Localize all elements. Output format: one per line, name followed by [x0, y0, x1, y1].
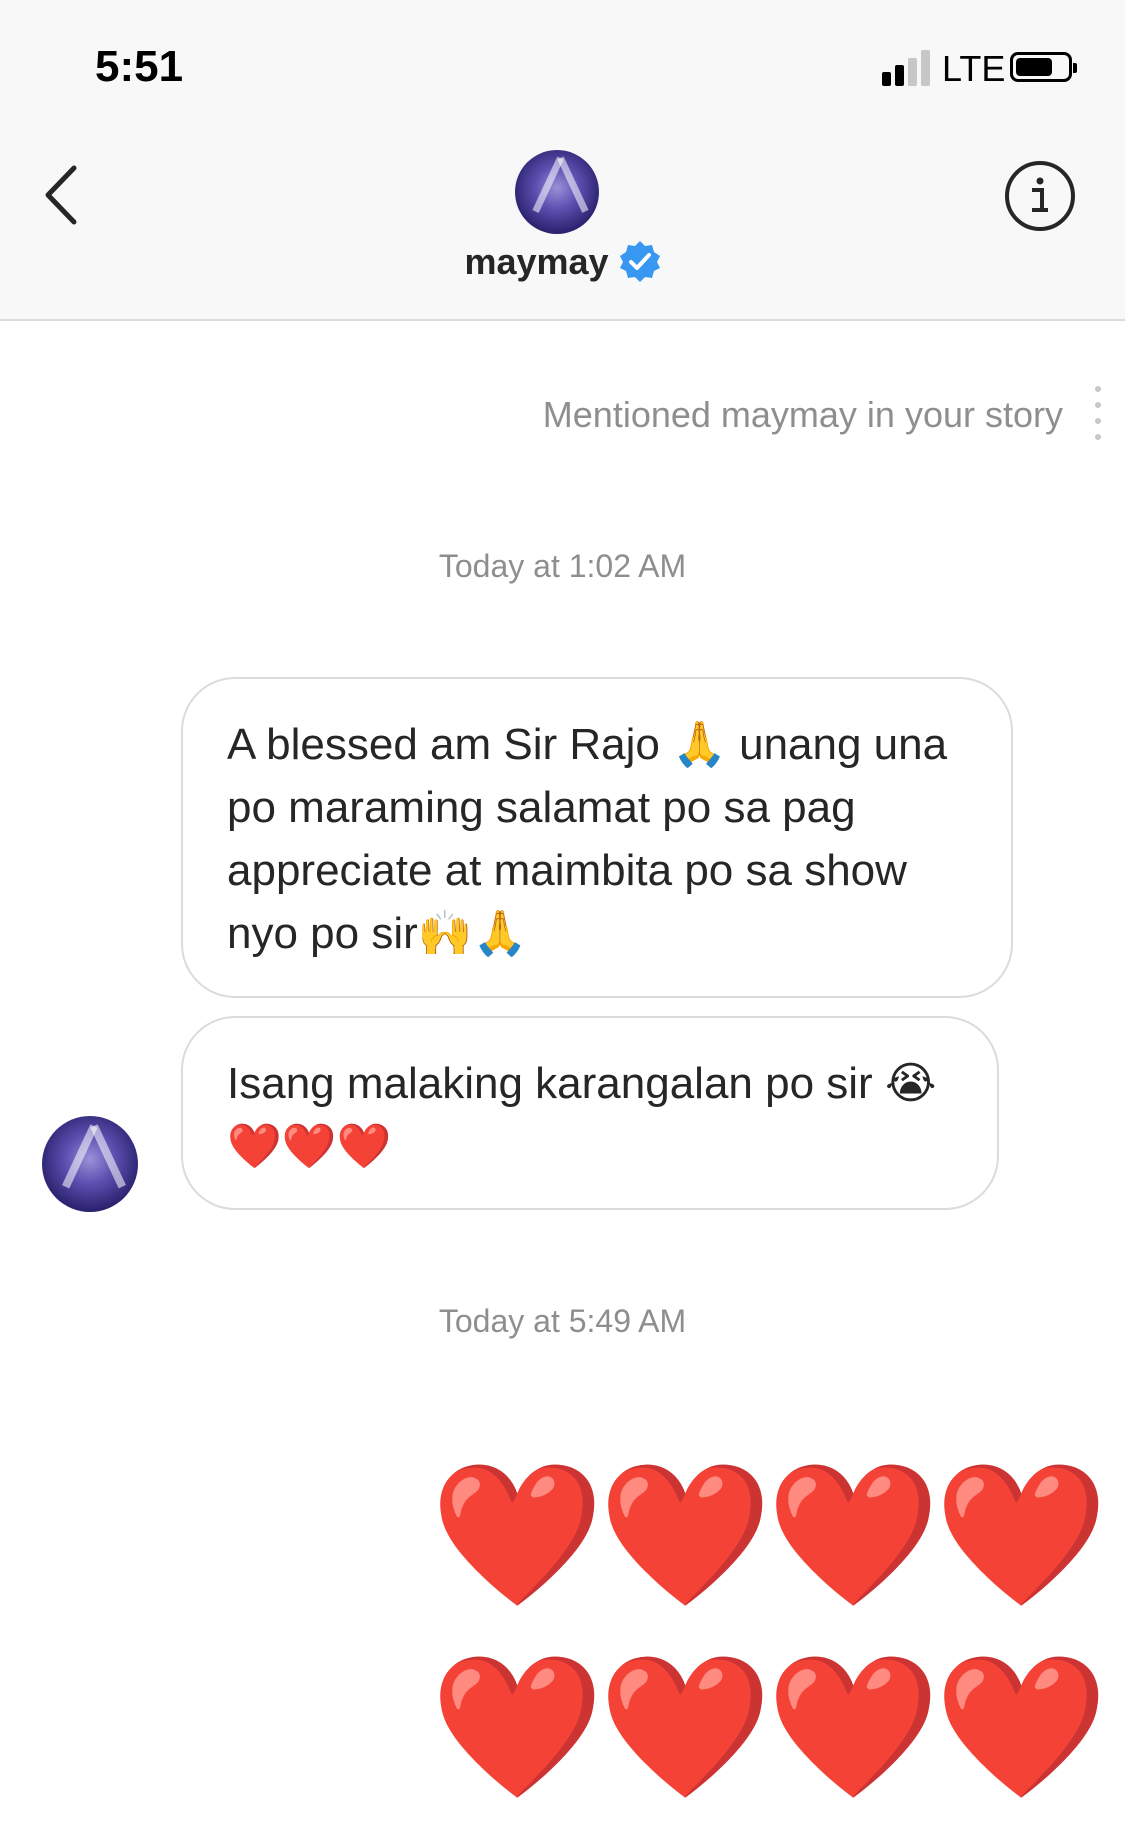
- back-button[interactable]: [40, 160, 90, 230]
- sender-avatar[interactable]: [42, 1116, 138, 1212]
- heart-emoji: ❤️: [430, 1456, 605, 1613]
- info-button[interactable]: [1004, 160, 1076, 232]
- conversation-header: 5:51 LTE maymay: [0, 0, 1125, 321]
- message-text-1: A blessed am Sir Rajo 🙏 unang una po mar…: [227, 720, 948, 958]
- heart-emoji: ❤️: [430, 1648, 605, 1805]
- message-text-2: Isang malaking karangalan po sir 😭❤️❤️❤️: [227, 1059, 937, 1171]
- heart-emoji: ❤️: [598, 1648, 773, 1805]
- heart-emoji: ❤️: [598, 1456, 773, 1613]
- story-mention-note: Mentioned maymay in your story: [542, 394, 1063, 435]
- chevron-left-icon: [45, 165, 77, 225]
- battery-icon: [1010, 52, 1077, 82]
- header-avatar[interactable]: [515, 150, 599, 234]
- header-username-row[interactable]: maymay: [0, 240, 1125, 283]
- status-time: 5:51: [95, 42, 184, 91]
- more-options-icon[interactable]: [1092, 386, 1104, 456]
- battery-fill: [1016, 58, 1052, 76]
- network-type-label: LTE: [942, 48, 1006, 89]
- username-label: maymay: [464, 241, 609, 282]
- info-circle-icon: [1005, 161, 1075, 231]
- timestamp-1: Today at 1:02 AM: [438, 548, 687, 584]
- heart-emoji: ❤️: [934, 1648, 1109, 1805]
- heart-emoji: ❤️: [934, 1456, 1109, 1613]
- heart-emoji: ❤️: [766, 1456, 941, 1613]
- signal-strength-icon: [882, 50, 932, 86]
- verified-badge-icon: [619, 241, 660, 282]
- hearts-message[interactable]: ❤️ ❤️ ❤️ ❤️ ❤️ ❤️ ❤️ ❤️: [430, 1450, 1109, 1812]
- heart-emoji: ❤️: [766, 1648, 941, 1805]
- message-bubble-2[interactable]: Isang malaking karangalan po sir 😭❤️❤️❤️: [181, 1016, 999, 1210]
- message-bubble-1[interactable]: A blessed am Sir Rajo 🙏 unang una po mar…: [181, 677, 1013, 998]
- timestamp-2: Today at 5:49 AM: [438, 1303, 687, 1339]
